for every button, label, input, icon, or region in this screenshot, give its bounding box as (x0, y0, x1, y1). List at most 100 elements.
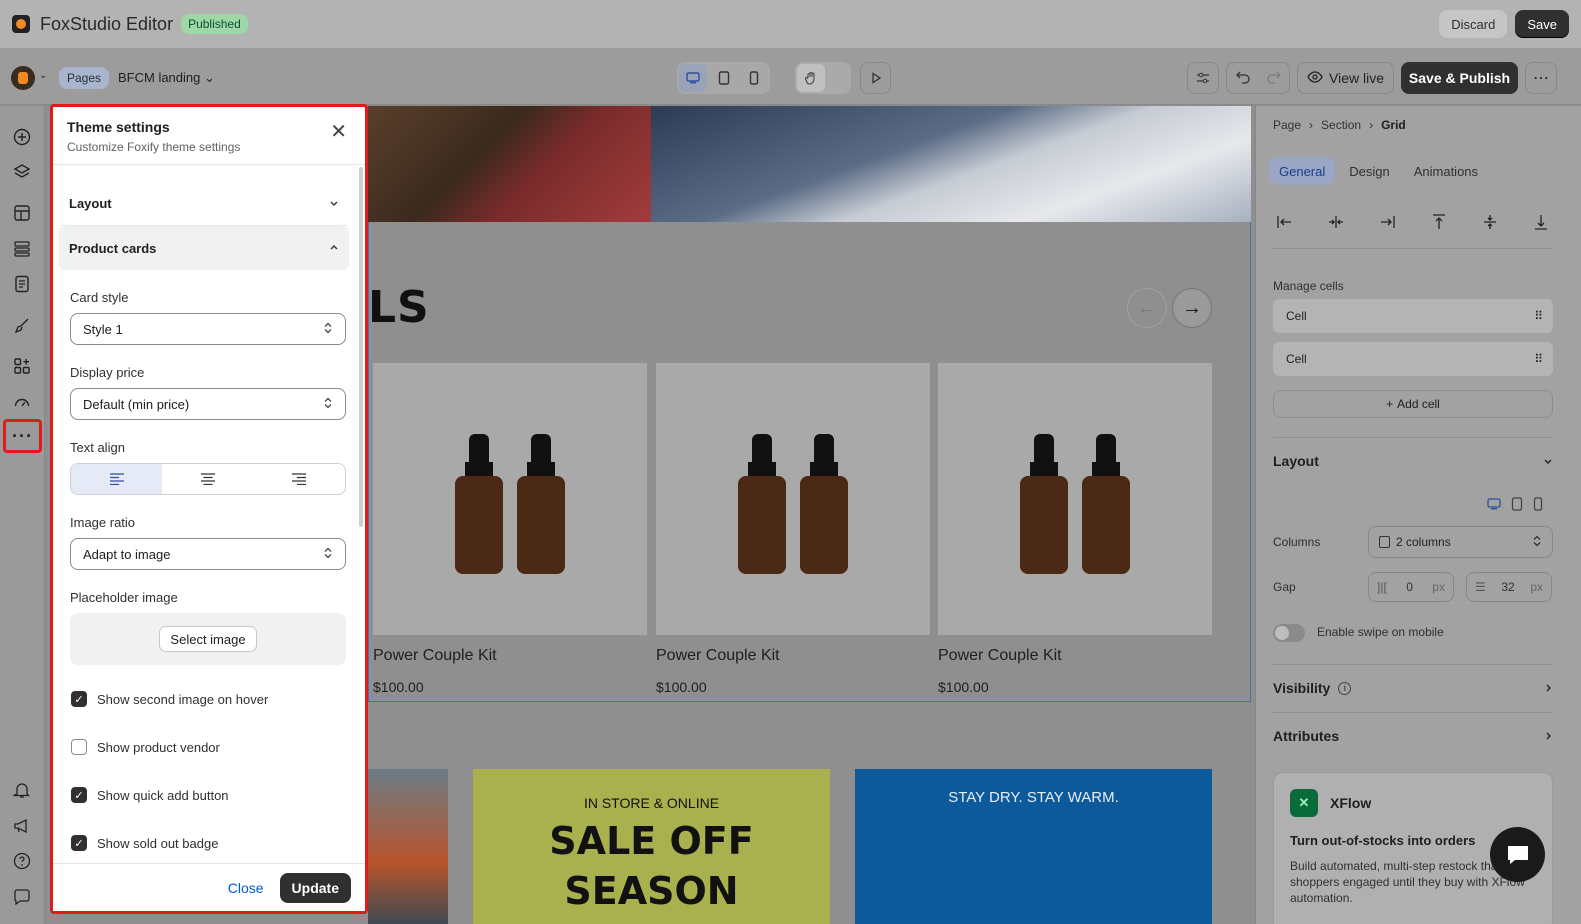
add-cell-button[interactable]: + Add cell (1273, 390, 1553, 418)
checkbox-unchecked-icon[interactable] (71, 739, 87, 755)
product-card[interactable]: Power Couple Kit $100.00 (938, 363, 1212, 695)
breadcrumb-section[interactable]: Section (1321, 118, 1361, 132)
align-vertical-center-icon[interactable] (1478, 210, 1502, 234)
columns-select[interactable]: 2 columns (1368, 526, 1553, 558)
more-options-icon[interactable]: ⋯ (1525, 62, 1557, 94)
align-left-edge-icon[interactable] (1273, 210, 1297, 234)
align-horizontal-center-icon[interactable] (1324, 210, 1348, 234)
save-publish-button[interactable]: Save & Publish (1401, 62, 1518, 94)
pages-icon[interactable] (12, 274, 32, 294)
page-name: BFCM landing (118, 70, 201, 85)
align-bottom-edge-icon[interactable] (1529, 210, 1553, 234)
preview-play-icon[interactable] (860, 62, 891, 94)
chevron-right-icon (1543, 728, 1553, 744)
gap-horizontal-input[interactable]: ]|[ 0 px (1368, 572, 1454, 602)
attributes-section-header[interactable]: Attributes (1273, 728, 1553, 744)
store-avatar[interactable] (11, 66, 35, 90)
checkbox-sold-out-badge[interactable]: ✓ Show sold out badge (71, 833, 349, 853)
drag-handle-icon[interactable]: ⠿ (1534, 352, 1543, 366)
display-price-select[interactable]: Default (min price) (70, 388, 346, 420)
pages-pill[interactable]: Pages (59, 67, 110, 89)
update-button[interactable]: Update (279, 872, 351, 903)
page-selector[interactable]: BFCM landing ⌄ (118, 70, 215, 86)
desktop-icon[interactable] (679, 64, 707, 92)
support-chat-icon[interactable] (1490, 827, 1545, 882)
brush-icon[interactable] (12, 315, 32, 335)
hero-image-rope (368, 106, 652, 222)
checkbox-second-image-hover[interactable]: ✓ Show second image on hover (71, 689, 349, 709)
align-right-edge-icon[interactable] (1375, 210, 1399, 234)
close-icon[interactable]: ✕ (330, 119, 347, 144)
layout-device-switcher (1487, 497, 1543, 514)
select-image-button[interactable]: Select image (159, 626, 257, 652)
apps-icon[interactable] (12, 356, 32, 376)
panel-scrollbar[interactable] (359, 167, 363, 527)
chevron-right-icon: › (1369, 118, 1374, 132)
checkbox-quick-add[interactable]: ✓ Show quick add button (71, 785, 349, 805)
help-icon[interactable] (12, 851, 32, 871)
redo-icon[interactable] (1266, 70, 1281, 87)
discard-button[interactable]: Discard (1439, 10, 1508, 38)
stack-icon[interactable] (12, 239, 32, 259)
chevron-down-icon[interactable]: ⌄ (39, 70, 47, 81)
inspector-panel: Page › Section › Grid General Design Ani… (1255, 106, 1581, 924)
layers-icon[interactable] (12, 162, 32, 182)
arrow-right-icon[interactable]: → (1172, 288, 1212, 328)
close-link[interactable]: Close (228, 880, 264, 896)
desktop-icon[interactable] (1487, 497, 1501, 514)
checkbox-checked-icon[interactable]: ✓ (71, 787, 87, 803)
divider (1273, 712, 1553, 713)
checkbox-checked-icon[interactable]: ✓ (71, 835, 87, 851)
more-menu-button[interactable]: ··· (3, 419, 42, 453)
add-icon[interactable] (12, 127, 32, 147)
product-price: $100.00 (656, 679, 707, 695)
bell-icon[interactable] (12, 780, 32, 800)
checkbox-checked-icon[interactable]: ✓ (71, 691, 87, 707)
align-left-icon[interactable] (71, 464, 163, 494)
cell-label: Cell (1286, 309, 1307, 323)
undo-icon[interactable] (1235, 70, 1250, 87)
chevron-right-icon (1543, 680, 1553, 696)
xflow-name: XFlow (1330, 795, 1372, 811)
hand-tool-icon[interactable] (797, 64, 825, 92)
tab-general[interactable]: General (1269, 157, 1336, 185)
image-ratio-select[interactable]: Adapt to image (70, 538, 346, 570)
mobile-icon[interactable] (1533, 497, 1543, 514)
align-right-icon[interactable] (254, 464, 345, 494)
align-top-edge-icon[interactable] (1427, 210, 1451, 234)
layout-section-header[interactable]: Layout (1273, 453, 1553, 469)
cell-item[interactable]: Cell ⠿ (1273, 342, 1553, 376)
product-card[interactable]: Power Couple Kit $100.00 (656, 363, 930, 695)
gap-vertical-input[interactable]: ☰ 32 px (1466, 572, 1552, 602)
tab-design[interactable]: Design (1339, 157, 1399, 185)
plus-icon: + (1386, 397, 1394, 411)
product-price: $100.00 (373, 679, 424, 695)
tab-animations[interactable]: Animations (1404, 157, 1488, 185)
chevron-down-icon: ⌄ (204, 70, 215, 85)
mobile-icon[interactable] (740, 64, 768, 92)
swipe-toggle[interactable] (1273, 624, 1305, 642)
checkbox-product-vendor[interactable]: Show product vendor (71, 737, 349, 757)
select-arrows-icon (323, 397, 333, 412)
speed-gauge-icon[interactable] (12, 392, 32, 412)
save-button[interactable]: Save (1515, 10, 1569, 38)
tablet-icon[interactable] (710, 64, 738, 92)
product-card[interactable]: Power Couple Kit $100.00 (373, 363, 647, 695)
align-center-icon[interactable] (162, 464, 253, 494)
drag-handle-icon[interactable]: ⠿ (1534, 309, 1543, 323)
accordion-layout[interactable]: Layout (59, 181, 349, 225)
view-live-button[interactable]: View live (1297, 62, 1394, 94)
card-style-select[interactable]: Style 1 (70, 313, 346, 345)
text-align-label: Text align (70, 440, 125, 455)
megaphone-icon[interactable] (12, 816, 32, 836)
arrow-left-icon[interactable]: ← (1127, 288, 1167, 328)
settings-sliders-icon[interactable] (1187, 62, 1219, 94)
cell-item[interactable]: Cell ⠿ (1273, 299, 1553, 333)
visibility-section-header[interactable]: Visibility i (1273, 680, 1553, 696)
tablet-icon[interactable] (1511, 497, 1523, 514)
sections-icon[interactable] (12, 203, 32, 223)
xflow-logo-icon: ✕ (1290, 789, 1318, 817)
breadcrumb-page[interactable]: Page (1273, 118, 1301, 132)
chat-bubble-icon[interactable] (12, 887, 32, 907)
accordion-product-cards[interactable]: Product cards (59, 226, 349, 270)
